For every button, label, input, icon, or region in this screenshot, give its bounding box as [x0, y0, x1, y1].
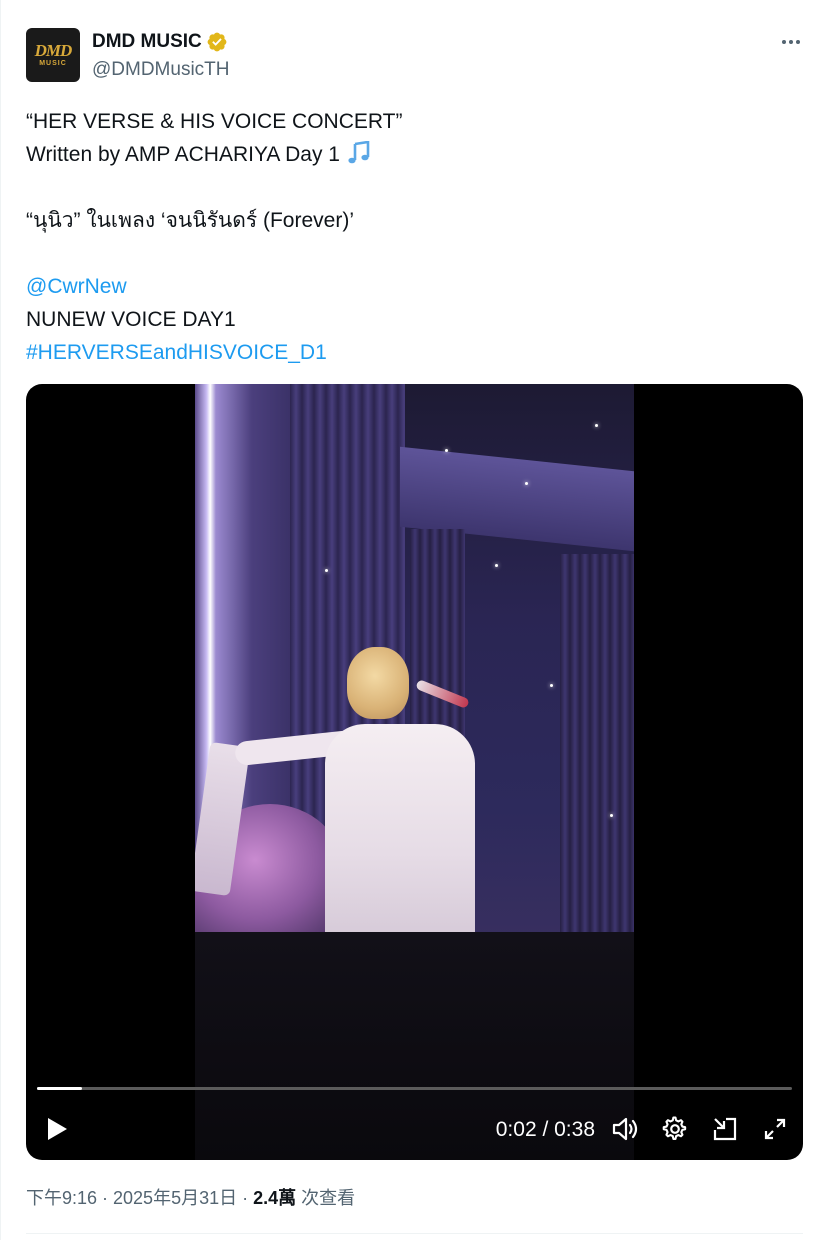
author-display-name[interactable]: DMD MUSIC: [92, 31, 202, 53]
more-dot: [796, 40, 800, 44]
avatar-logo-text: DMD: [34, 40, 73, 60]
timestamp-link[interactable]: 下午9:16 · 2025年5月31日 ·: [26, 1188, 253, 1208]
tweet-line-song: “นุนิว” ในเพลง ‘จนนิรันดร์ (Forever)’: [26, 209, 354, 232]
fullscreen-icon: [764, 1118, 786, 1140]
divider: [26, 1233, 803, 1234]
singer-body: [325, 724, 475, 939]
fullscreen-button[interactable]: [760, 1114, 790, 1144]
picture-in-picture-button[interactable]: [710, 1114, 740, 1144]
video-progress-bar[interactable]: [37, 1087, 792, 1090]
avatar[interactable]: DMD MUSIC: [26, 28, 80, 82]
stage-column: [560, 554, 634, 954]
tweet-post: DMD MUSIC DMD MUSIC @DMDMusicTH “HER VER…: [0, 0, 823, 1240]
more-dot: [782, 40, 786, 44]
picture-in-picture-icon: [713, 1117, 737, 1141]
sparkle: [550, 684, 553, 687]
author-handle[interactable]: @DMDMusicTH: [92, 59, 230, 81]
music-notes-icon: [348, 141, 370, 164]
play-icon: [48, 1118, 67, 1140]
author-name-row[interactable]: DMD MUSIC: [92, 31, 228, 53]
more-dot: [789, 40, 793, 44]
verified-badge-icon: [207, 32, 227, 52]
sparkle: [610, 814, 613, 817]
sparkle: [595, 424, 598, 427]
play-button[interactable]: [44, 1114, 70, 1144]
tweet-meta: 下午9:16 · 2025年5月31日 · 2.4萬 次查看: [26, 1185, 355, 1211]
sparkle: [495, 564, 498, 567]
tweet-text: “HER VERSE & HIS VOICE CONCERT” Written …: [26, 105, 796, 369]
volume-icon: [612, 1117, 638, 1141]
video-progress-fill: [37, 1087, 83, 1090]
tweet-line-day: NUNEW VOICE DAY1: [26, 308, 236, 331]
hashtag-link[interactable]: #HERVERSEandHISVOICE_D1: [26, 336, 796, 369]
sparkle: [445, 449, 448, 452]
settings-button[interactable]: [660, 1114, 690, 1144]
sparkle: [525, 482, 528, 485]
singer-head: [347, 647, 409, 719]
tweet-line-written-by: Written by AMP ACHARIYA Day 1: [26, 138, 796, 171]
video-frame[interactable]: [195, 384, 634, 1160]
avatar-logo-subtext: MUSIC: [39, 59, 67, 67]
views-label: 次查看: [296, 1188, 356, 1208]
video-time-display: 0:02 / 0:38: [495, 1118, 595, 1141]
views-count: 2.4萬: [253, 1188, 297, 1208]
mention-link[interactable]: @CwrNew: [26, 270, 796, 303]
tweet-line-title: “HER VERSE & HIS VOICE CONCERT”: [26, 110, 403, 133]
sparkle: [325, 569, 328, 572]
gear-icon: [662, 1116, 687, 1140]
video-player[interactable]: 0:02 / 0:38: [26, 384, 803, 1160]
volume-button[interactable]: [610, 1114, 640, 1144]
tweet-line-written-by-text: Written by AMP ACHARIYA Day 1: [26, 143, 340, 166]
more-options-button[interactable]: [779, 30, 803, 54]
